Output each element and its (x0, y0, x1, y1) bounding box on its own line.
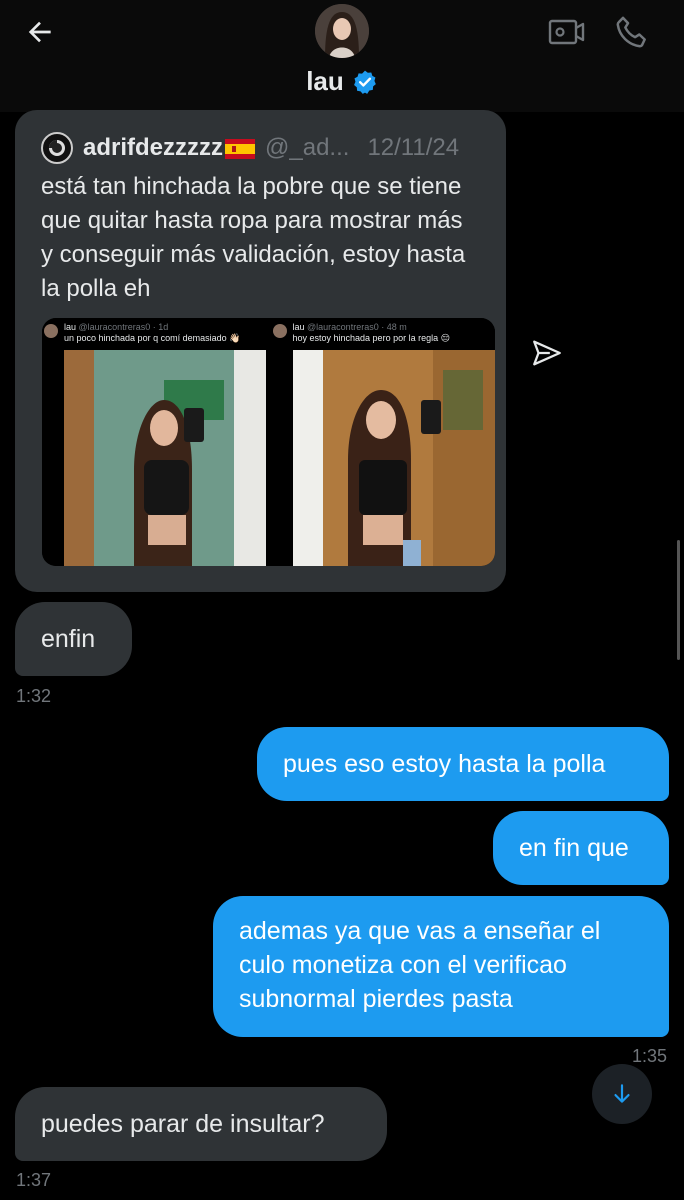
message-bubble-incoming[interactable]: enfin (15, 602, 132, 676)
shared-post-header: adrifdezzzzz @_ad... 12/11/24 (41, 130, 501, 166)
scroll-to-bottom-button[interactable] (592, 1064, 652, 1124)
message-bubble-outgoing[interactable]: ademas ya que vas a enseñar el culo mone… (213, 896, 669, 1037)
embedded-text: hoy estoy hinchada pero por la regla 😔 (292, 333, 450, 343)
phone-icon (616, 16, 646, 48)
message-text: en fin que (519, 834, 629, 862)
video-call-button[interactable] (546, 12, 586, 52)
back-button[interactable] (22, 14, 58, 50)
message-bubble-outgoing[interactable]: pues eso estoy hasta la polla (257, 727, 669, 801)
message-text: ademas ya que vas a enseñar el culo mone… (239, 917, 601, 1013)
spain-flag-icon (225, 138, 256, 159)
mirror-selfie-photo (292, 350, 495, 566)
mirror-selfie-photo (64, 350, 266, 566)
embedded-avatar (272, 324, 287, 338)
message-text: puedes parar de insultar? (41, 1110, 325, 1138)
contact-avatar[interactable] (315, 4, 369, 58)
embedded-text: un poco hinchada por q comí demasiado 👋🏻 (64, 333, 241, 343)
shared-post-text: está tan hinchada la pobre que se tiene … (41, 173, 466, 302)
arrow-left-icon (28, 21, 51, 43)
send-icon (533, 340, 561, 366)
chat-header: lau (0, 0, 684, 112)
arrow-down-icon (614, 1084, 630, 1103)
shared-post-author: adrifdezzzzz (83, 134, 256, 162)
shared-post-avatar (41, 132, 73, 164)
message-bubble-incoming[interactable]: puedes parar de insultar? (15, 1087, 387, 1161)
message-timestamp: 1:32 (16, 686, 52, 706)
title-row: lau (0, 66, 684, 97)
shared-post-date: 12/11/24 (367, 134, 460, 161)
video-call-icon (548, 19, 585, 45)
embedded-name: lau (292, 322, 305, 332)
embedded-handle: @lauracontreras0 · 1d (78, 322, 169, 332)
embedded-avatar (44, 324, 58, 338)
embedded-screenshot-2[interactable]: lau @lauracontreras0 · 48 m hoy estoy hi… (270, 318, 495, 566)
message-text: enfin (41, 625, 96, 653)
embedded-screenshot-1[interactable]: lau @lauracontreras0 · 1d un poco hincha… (42, 318, 267, 566)
embedded-name: lau (64, 322, 77, 332)
shared-post-media[interactable]: lau @lauracontreras0 · 1d un poco hincha… (42, 318, 495, 566)
shared-post-card[interactable]: adrifdezzzzz @_ad... 12/11/24 está tan h… (15, 110, 506, 592)
shared-post-handle: @_ad... (265, 134, 350, 161)
verified-badge-icon (353, 70, 376, 94)
scrollbar[interactable] (677, 540, 680, 660)
message-bubble-outgoing[interactable]: en fin que (493, 811, 669, 885)
embedded-handle: @lauracontreras0 · 48 m (307, 322, 407, 332)
message-timestamp: 1:37 (16, 1170, 52, 1190)
share-post-button[interactable] (530, 336, 564, 370)
phone-call-button[interactable] (612, 12, 652, 52)
message-timestamp: 1:35 (632, 1046, 668, 1066)
message-text: pues eso estoy hasta la polla (283, 750, 606, 778)
chat-title[interactable]: lau (306, 66, 344, 97)
